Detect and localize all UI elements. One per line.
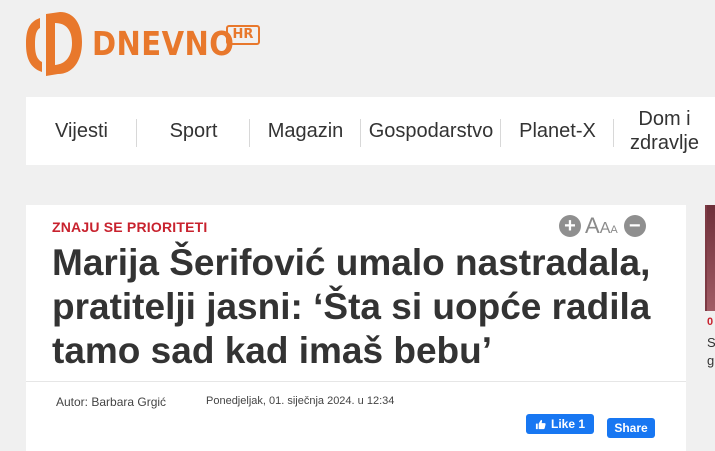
nav-item-planet-x[interactable]: Planet-X	[501, 97, 614, 165]
logo-wordmark: DNEVNO	[92, 24, 235, 63]
share-label: Share	[614, 421, 648, 435]
sidebar-article-image[interactable]	[705, 205, 715, 311]
logo-mark-icon	[26, 12, 82, 76]
sidebar-article-title[interactable]: S g	[707, 334, 715, 370]
divider	[26, 381, 686, 382]
logo-tld-badge: HR	[226, 25, 260, 45]
facebook-like-button[interactable]: Like 1	[526, 414, 594, 434]
main-nav: Vijesti Sport Magazin Gospodarstvo Plane…	[26, 97, 715, 165]
article-card: ZNAJU SE PRIORITETI + A A A − Marija Šer…	[26, 205, 686, 451]
nav-item-magazin[interactable]: Magazin	[250, 97, 361, 165]
sidebar-article-kicker[interactable]: 0	[707, 316, 713, 328]
nav-item-sport[interactable]: Sport	[137, 97, 250, 165]
font-size-tools: + A A A −	[559, 213, 646, 239]
nav-item-vijesti[interactable]: Vijesti	[26, 97, 137, 165]
article-headline: Marija Šerifović umalo nastradala, prati…	[52, 242, 651, 371]
site-logo[interactable]: DNEVNO HR	[26, 10, 266, 78]
facebook-share-button[interactable]: Share	[607, 418, 655, 438]
nav-item-gospodarstvo[interactable]: Gospodarstvo	[361, 97, 501, 165]
minus-circle-icon[interactable]: −	[623, 215, 646, 237]
article-author: Autor: Barbara Grgić	[56, 395, 167, 409]
like-label: Like 1	[550, 417, 586, 431]
nav-item-dom-i-zdravlje[interactable]: Dom i zdravlje	[614, 97, 715, 165]
font-size-indicator[interactable]: A A A	[585, 213, 618, 239]
thumbs-up-icon	[535, 419, 546, 430]
plus-circle-icon[interactable]: +	[559, 215, 581, 237]
article-kicker[interactable]: ZNAJU SE PRIORITETI	[52, 219, 207, 235]
article-date: Ponedjeljak, 01. siječnja 2024. u 12:34	[206, 395, 395, 407]
